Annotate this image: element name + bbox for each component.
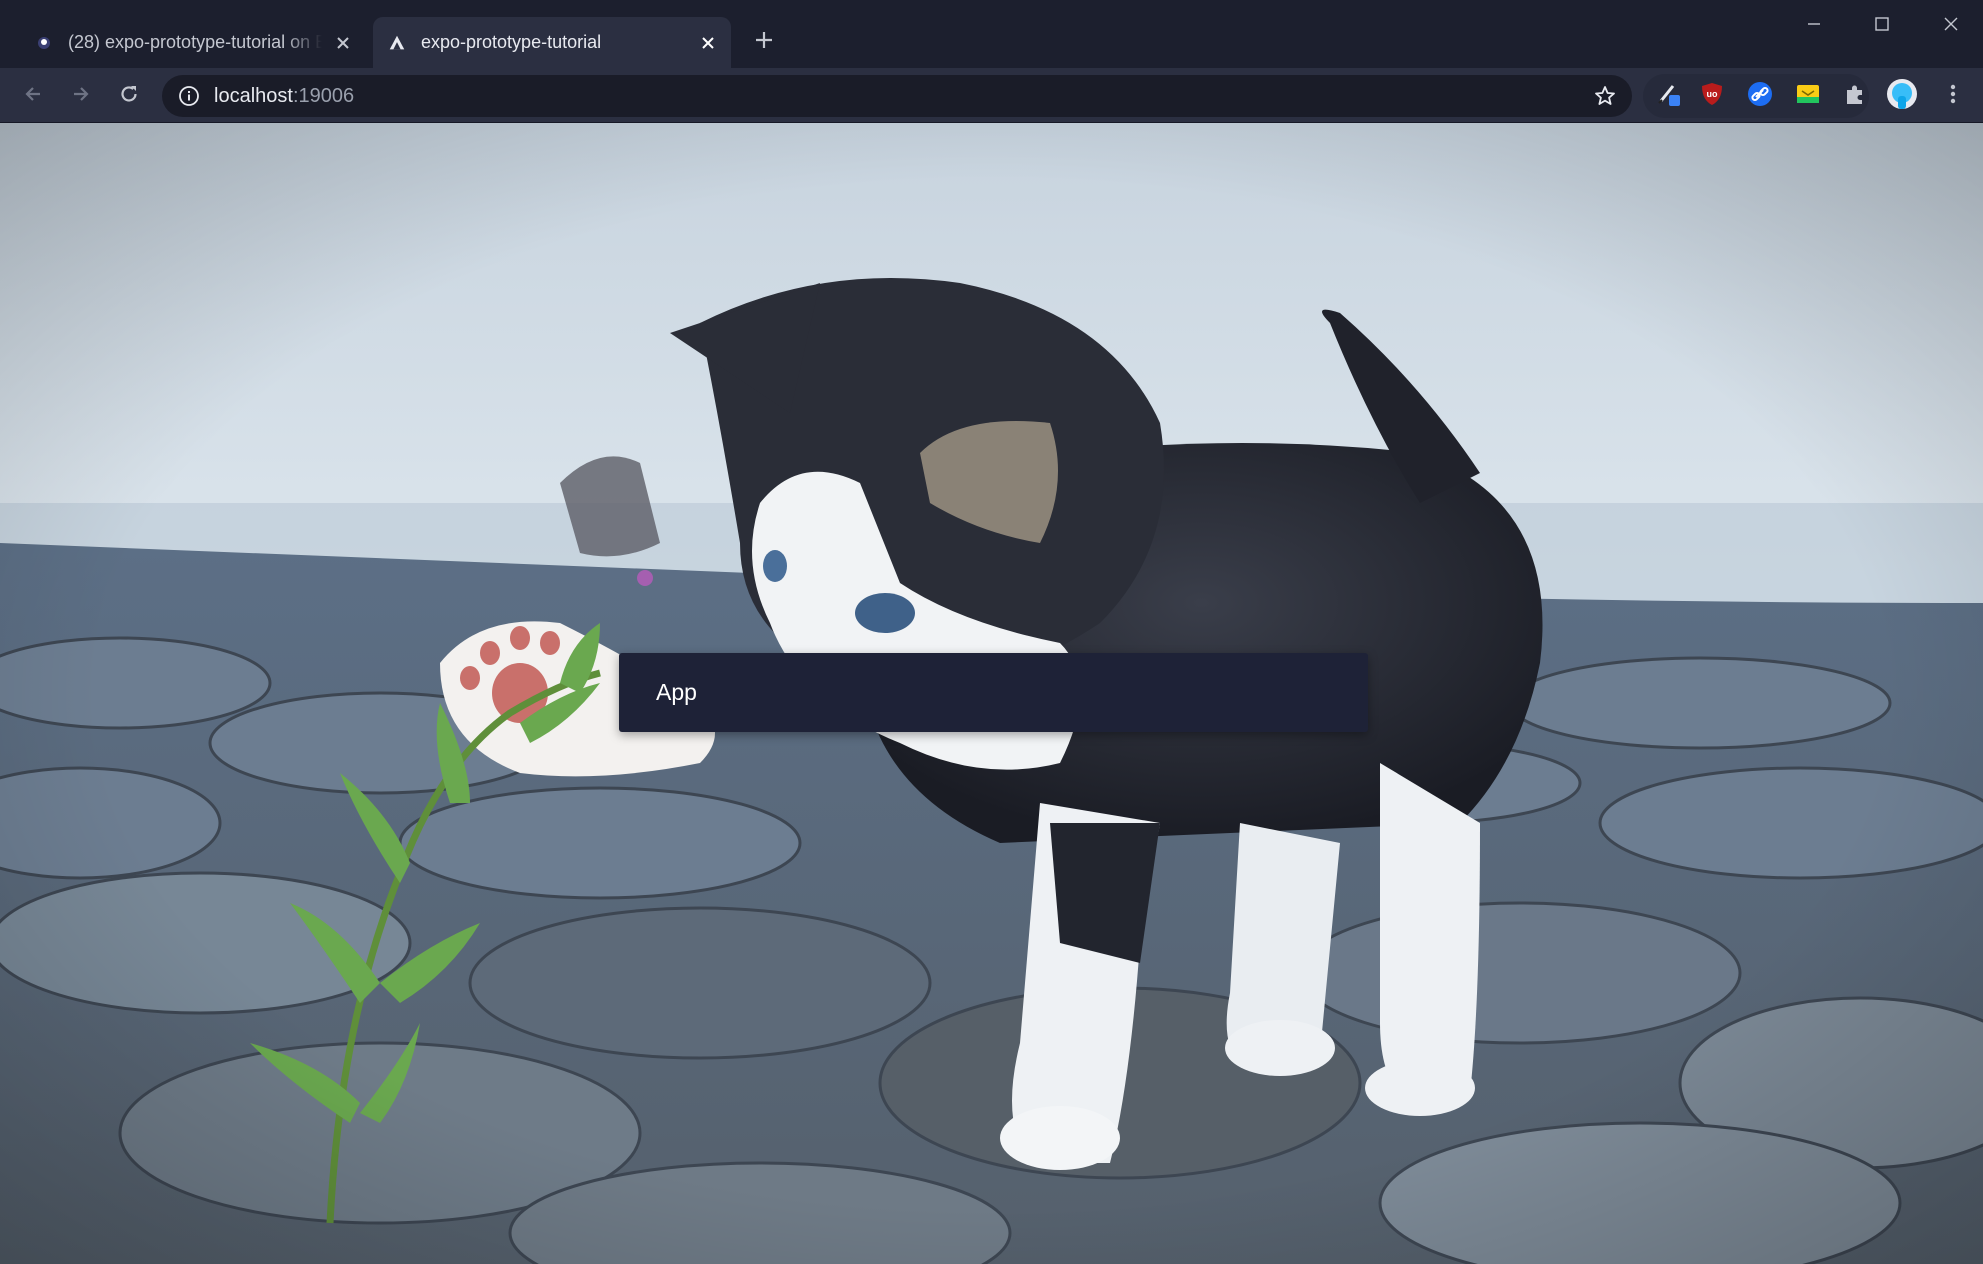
- close-window-button[interactable]: [1928, 0, 1974, 52]
- link-extension[interactable]: [1743, 79, 1777, 113]
- info-icon[interactable]: [176, 83, 202, 109]
- tab-close-icon[interactable]: [693, 28, 723, 58]
- forward-arrow-icon: [70, 83, 92, 110]
- page-viewport: App: [0, 123, 1983, 1264]
- app-title: App: [656, 679, 697, 705]
- maximize-button[interactable]: [1859, 0, 1905, 52]
- avatar-icon: [1886, 78, 1918, 115]
- back-button[interactable]: [15, 78, 51, 114]
- color-picker-icon: [1655, 80, 1683, 113]
- puzzle-icon: [1842, 81, 1868, 112]
- minimize-icon: [1806, 16, 1822, 37]
- sticky-note-icon: [1794, 80, 1822, 113]
- reload-icon: [118, 83, 140, 110]
- address-bar[interactable]: localhost:19006: [162, 75, 1632, 117]
- menu-button[interactable]: [1936, 79, 1970, 113]
- plus-icon: [754, 30, 774, 55]
- browser-toolbar: localhost:19006 uo: [0, 68, 1983, 123]
- ublock-origin-extension[interactable]: uo: [1695, 79, 1729, 113]
- tab-title: expo-prototype-tutorial: [421, 32, 602, 52]
- expo-icon: [387, 33, 407, 53]
- ublock-origin-icon: uo: [1699, 81, 1725, 112]
- url-port: :19006: [292, 84, 355, 107]
- forward-button[interactable]: [63, 78, 99, 114]
- sticky-note-extension[interactable]: [1791, 79, 1825, 113]
- app-header: App: [619, 653, 1368, 732]
- url-text: localhost:19006: [214, 85, 354, 108]
- tab-strip: (28) expo-prototype-tutorial on E expo-p…: [0, 0, 1983, 68]
- url-host: localhost: [214, 84, 293, 107]
- reload-button[interactable]: [111, 78, 147, 114]
- color-picker-extension[interactable]: [1652, 79, 1686, 113]
- link-icon: [1746, 80, 1774, 113]
- new-tab-button[interactable]: [746, 24, 782, 60]
- profile-button[interactable]: [1885, 78, 1919, 115]
- tab-inactive[interactable]: (28) expo-prototype-tutorial on E: [20, 17, 366, 68]
- tab-active[interactable]: expo-prototype-tutorial: [373, 17, 731, 68]
- extensions-button[interactable]: [1838, 79, 1872, 113]
- twitch-icon: [34, 33, 54, 53]
- tab-close-icon[interactable]: [328, 28, 358, 58]
- minimize-button[interactable]: [1791, 0, 1837, 52]
- svg-text:uo: uo: [1707, 89, 1718, 99]
- maximize-icon: [1874, 16, 1890, 37]
- bookmark-star-icon[interactable]: [1590, 81, 1620, 111]
- tab-title: (28) expo-prototype-tutorial on E: [68, 32, 322, 52]
- kebab-menu-icon: [1949, 82, 1957, 111]
- back-arrow-icon: [22, 83, 44, 110]
- close-icon: [1943, 16, 1959, 37]
